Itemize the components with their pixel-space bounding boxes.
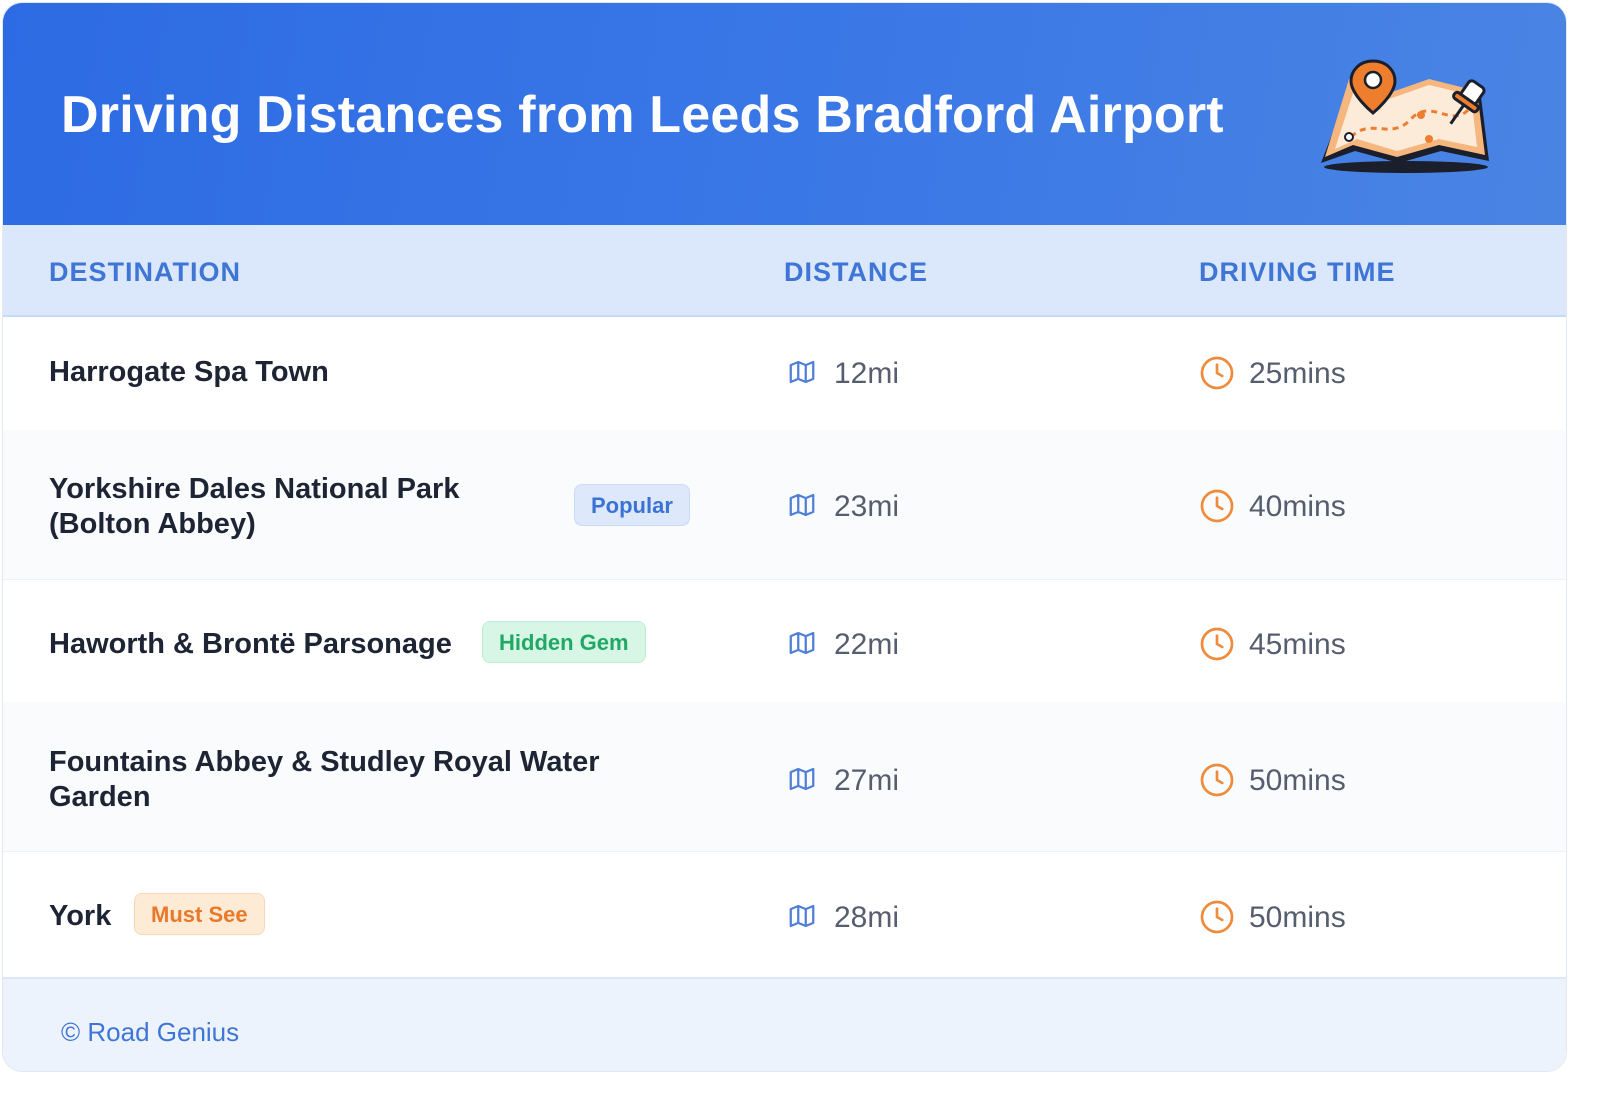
destination-name: Fountains Abbey & Studley Royal Water Ga… — [49, 746, 600, 813]
table-row: Yorkshire Dales National Park (Bolton Ab… — [3, 430, 1566, 580]
map-icon — [789, 631, 815, 655]
destination-name: Harrogate Spa Town — [49, 356, 329, 388]
column-header-distance[interactable]: DISTANCE — [784, 257, 928, 288]
map-icon — [789, 493, 815, 517]
driving-time-value: 50mins — [1249, 764, 1346, 797]
map-icon — [789, 904, 815, 928]
map-with-pin-icon — [1321, 59, 1489, 173]
clock-icon — [1200, 900, 1234, 934]
clock-icon — [1200, 763, 1234, 797]
table-header: DESTINATION DISTANCE DRIVING TIME — [3, 225, 1566, 317]
footer: © Road Genius — [3, 977, 1566, 1071]
popular-badge: Popular — [574, 484, 690, 526]
table-row: Harrogate Spa Town 12mi 25mins — [3, 315, 1566, 431]
clock-icon — [1200, 489, 1234, 523]
distance-value: 12mi — [834, 357, 900, 390]
header-banner: Driving Distances from Leeds Bradford Ai… — [3, 3, 1566, 225]
table-row: Haworth & Brontë Parsonage Hidden Gem 22… — [3, 579, 1566, 703]
clock-icon — [1200, 356, 1234, 390]
distance-value: 28mi — [834, 901, 900, 934]
hidden-gem-badge: Hidden Gem — [482, 621, 646, 663]
driving-time-value: 50mins — [1249, 901, 1346, 934]
map-icon — [789, 767, 815, 791]
distance-value: 23mi — [834, 490, 900, 523]
column-header-destination[interactable]: DESTINATION — [49, 257, 241, 288]
must-see-badge: Must See — [134, 893, 265, 935]
destination-name: Yorkshire Dales National Park (Bolton Ab… — [49, 473, 460, 540]
destination-name: Haworth & Brontë Parsonage — [49, 628, 452, 660]
table-row: Fountains Abbey & Studley Royal Water Ga… — [3, 702, 1566, 852]
column-header-driving-time[interactable]: DRIVING TIME — [1199, 257, 1396, 288]
distance-value: 22mi — [834, 628, 900, 661]
driving-time-value: 45mins — [1249, 628, 1346, 661]
driving-time-value: 40mins — [1249, 490, 1346, 523]
driving-time-value: 25mins — [1249, 357, 1346, 390]
destination-name: York — [49, 900, 112, 932]
table-row: York Must See 28mi 50mins — [3, 851, 1566, 977]
copyright-text[interactable]: © Road Genius — [61, 1017, 239, 1048]
page-title: Driving Distances from Leeds Bradford Ai… — [61, 86, 1224, 144]
clock-icon — [1200, 627, 1234, 661]
distances-card: Driving Distances from Leeds Bradford Ai… — [2, 2, 1567, 1072]
map-icon — [789, 360, 815, 384]
distance-value: 27mi — [834, 764, 900, 797]
